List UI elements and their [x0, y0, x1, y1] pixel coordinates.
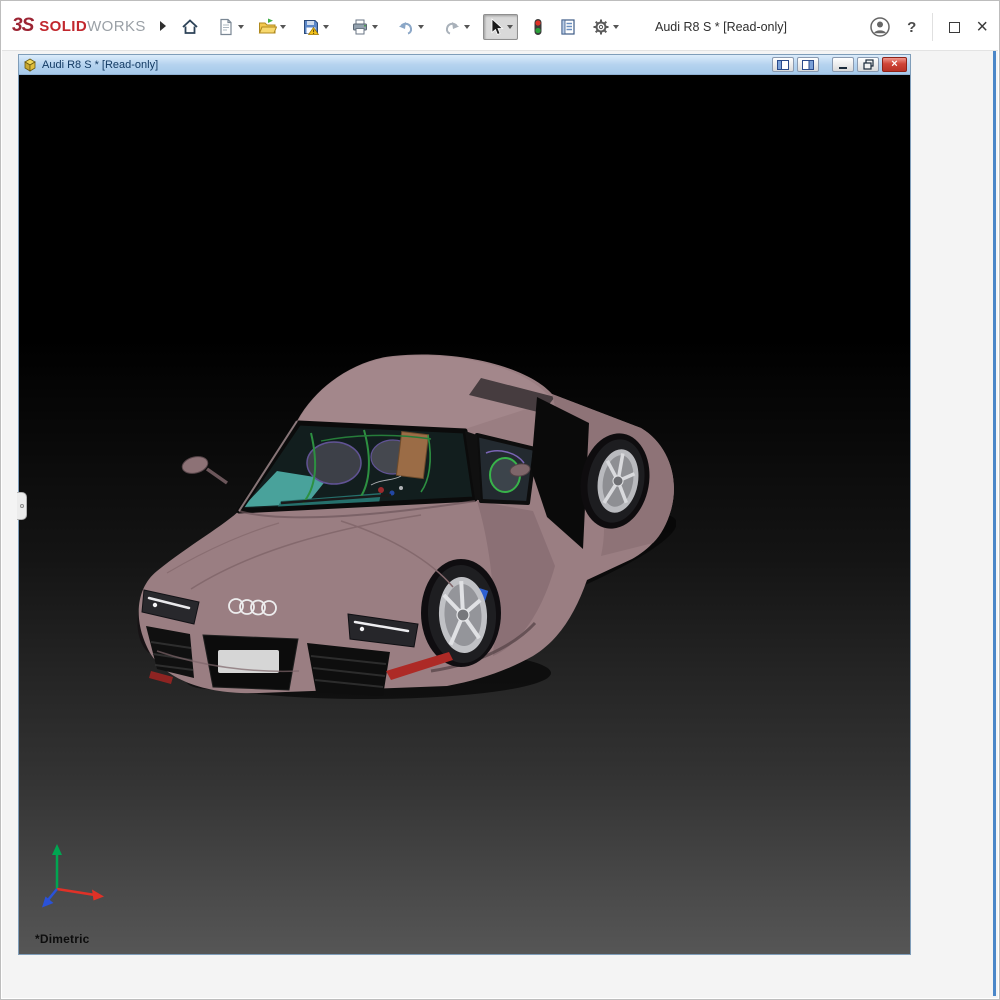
window-edge-accent: [993, 51, 996, 996]
document-list-button[interactable]: [556, 14, 580, 40]
select-tool-button[interactable]: [483, 14, 518, 40]
app-titlebar: 3S SOLIDWORKS: [2, 2, 998, 51]
z-axis-arrow: [42, 889, 57, 908]
workspace: Audi R8 S * [Read-only] ×: [2, 51, 998, 998]
side-intake-left[interactable]: [146, 626, 194, 678]
side-intake-right[interactable]: [307, 643, 390, 696]
settings-button[interactable]: [589, 14, 622, 40]
maximize-icon: [949, 22, 960, 33]
chevron-down-icon: [238, 25, 244, 29]
panel-toggle-left-button[interactable]: [772, 57, 794, 72]
document-restore-button[interactable]: [857, 57, 879, 72]
document-window-controls: ×: [772, 57, 907, 72]
print-icon: [351, 18, 369, 36]
x-axis-arrow: [57, 889, 104, 901]
chevron-down-icon: [280, 25, 286, 29]
app-window: 3S SOLIDWORKS: [0, 0, 1000, 1000]
new-document-icon: [217, 18, 235, 36]
print-button[interactable]: [348, 14, 381, 40]
pane-right-icon: [802, 60, 814, 70]
undo-button[interactable]: [394, 14, 427, 40]
featuremanager-collapse-tab[interactable]: [17, 492, 27, 520]
home-icon: [181, 18, 199, 36]
save-icon: [302, 18, 320, 36]
quick-access-toolbar: [178, 10, 622, 44]
selection-light-icon: [532, 18, 544, 36]
front-grille[interactable]: [203, 635, 298, 690]
account-button[interactable]: [869, 16, 891, 38]
chevron-down-icon: [323, 25, 329, 29]
collapse-dot-icon: [20, 504, 24, 508]
cursor-arrow-icon: [488, 18, 504, 36]
view-orientation-label: *Dimetric: [35, 932, 90, 946]
document-list-icon: [559, 18, 577, 36]
document-minimize-button[interactable]: [832, 57, 854, 72]
document-close-button[interactable]: ×: [882, 57, 907, 72]
open-button[interactable]: [255, 14, 289, 40]
restore-icon: [863, 59, 874, 70]
orientation-triad[interactable]: [35, 841, 110, 916]
menu-expand-chevron-icon[interactable]: [160, 21, 166, 31]
close-button[interactable]: ×: [976, 17, 988, 37]
windshield[interactable]: [239, 423, 475, 511]
chevron-down-icon: [507, 25, 513, 29]
user-avatar-icon: [869, 16, 891, 38]
window-controls: ? ×: [869, 14, 988, 40]
3ds-logo: 3S: [12, 15, 33, 37]
new-document-button[interactable]: [214, 14, 247, 40]
maximize-button[interactable]: [949, 22, 960, 33]
chevron-down-icon: [418, 25, 424, 29]
chevron-down-icon: [613, 25, 619, 29]
mirror-left[interactable]: [180, 454, 227, 483]
gear-icon: [592, 18, 610, 36]
pane-left-icon: [777, 60, 789, 70]
document-title: Audi R8 S * [Read-only]: [42, 59, 158, 71]
save-button[interactable]: [299, 14, 332, 40]
divider: [932, 13, 933, 41]
open-folder-icon: [258, 18, 277, 36]
chevron-down-icon: [464, 25, 470, 29]
minimize-icon: [839, 67, 847, 69]
y-axis-arrow: [52, 844, 62, 889]
help-button[interactable]: ?: [907, 19, 916, 36]
app-title: Audi R8 S * [Read-only]: [655, 20, 787, 34]
document-window: Audi R8 S * [Read-only] ×: [18, 54, 911, 955]
brand-wordmark: SOLIDWORKS: [39, 18, 146, 35]
chevron-down-icon: [372, 25, 378, 29]
redo-button[interactable]: [440, 14, 473, 40]
panel-toggle-right-button[interactable]: [797, 57, 819, 72]
car-model[interactable]: [131, 351, 676, 726]
home-button[interactable]: [178, 14, 202, 40]
graphics-viewport[interactable]: *Dimetric: [19, 75, 910, 954]
solidworks-brand: 3S SOLIDWORKS: [12, 15, 166, 37]
document-titlebar[interactable]: Audi R8 S * [Read-only] ×: [19, 55, 910, 75]
front-wheel[interactable]: [421, 559, 501, 667]
undo-icon: [397, 18, 415, 36]
selection-light-button[interactable]: [529, 14, 547, 40]
part-cube-icon: [23, 57, 37, 72]
redo-icon: [443, 18, 461, 36]
